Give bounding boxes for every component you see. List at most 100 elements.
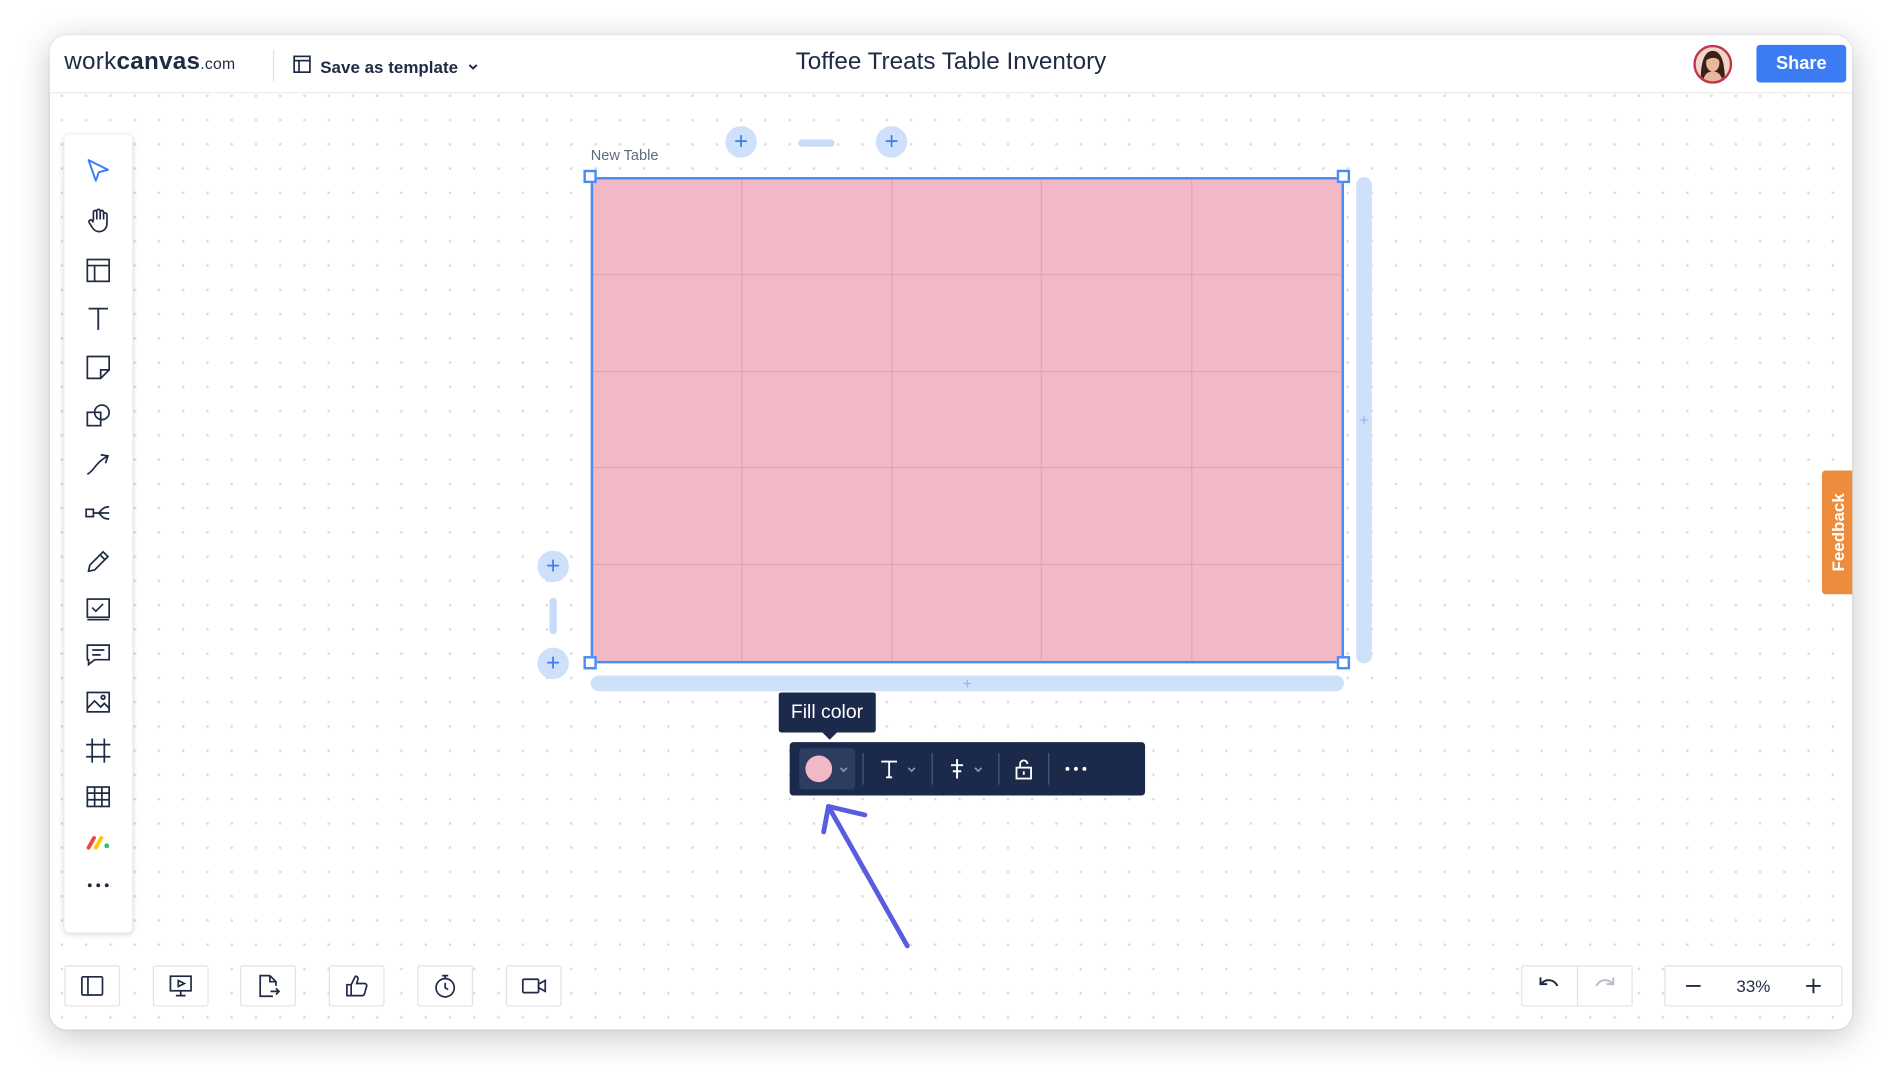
add-column-right-button[interactable]: + <box>875 126 908 158</box>
video-button[interactable] <box>505 965 562 1007</box>
export-icon <box>259 974 281 998</box>
undo-icon <box>1539 977 1559 987</box>
user-photo-icon <box>1695 47 1730 82</box>
template-icon <box>86 258 111 283</box>
align-center-icon <box>950 759 964 779</box>
table-cell[interactable] <box>1191 179 1342 276</box>
table-cell[interactable] <box>892 372 1043 469</box>
minus-icon <box>1686 984 1701 987</box>
add-column-end-bar[interactable]: + <box>1356 177 1372 664</box>
table-cell[interactable] <box>742 372 893 469</box>
video-camera-icon <box>521 978 547 994</box>
text-style-icon <box>881 760 898 779</box>
text-style-menu[interactable] <box>871 748 924 789</box>
export-button[interactable] <box>240 965 296 1007</box>
context-toolbar <box>789 742 1146 796</box>
presentation-icon <box>169 975 192 997</box>
redo-button[interactable] <box>1576 966 1631 1006</box>
integration-tool[interactable] <box>81 825 115 859</box>
image-tool[interactable] <box>81 685 115 719</box>
plus-icon <box>1806 978 1821 994</box>
resize-handle-bottom-left[interactable] <box>583 656 597 670</box>
table-cell[interactable] <box>1042 275 1192 373</box>
column-drag-handle[interactable] <box>798 139 835 147</box>
select-arrow-icon <box>87 159 109 182</box>
table-cell[interactable] <box>1191 468 1342 565</box>
table-cell[interactable] <box>593 275 743 373</box>
add-row-end-bar[interactable]: + <box>590 674 1345 692</box>
more-tools[interactable] <box>81 868 115 902</box>
resize-handle-top-right[interactable] <box>1336 169 1351 184</box>
avatar[interactable] <box>1693 44 1733 84</box>
hand-tool[interactable] <box>81 204 115 238</box>
table-cell[interactable] <box>593 179 743 276</box>
more-icon <box>87 883 109 888</box>
mind-map-icon <box>85 506 110 520</box>
connector-icon <box>86 453 110 475</box>
table-cell[interactable] <box>593 564 743 661</box>
sticky-note-tool[interactable] <box>81 350 115 384</box>
select-tool[interactable] <box>81 154 115 188</box>
timer-button[interactable] <box>417 965 474 1007</box>
table-cell[interactable] <box>1191 276 1342 373</box>
resize-handle-bottom-right[interactable] <box>1336 656 1351 670</box>
table-cell[interactable] <box>1191 372 1342 469</box>
mind-map-tool[interactable] <box>81 496 115 530</box>
table-cell[interactable] <box>743 564 893 661</box>
table-cell[interactable] <box>1042 179 1192 276</box>
zoom-in-button[interactable] <box>1786 967 1842 1006</box>
resize-handle-top-left[interactable] <box>583 169 597 184</box>
toolbar-divider <box>931 753 933 785</box>
reactions-button[interactable] <box>328 965 385 1007</box>
table-cell[interactable] <box>1042 564 1192 661</box>
shapes-tool[interactable] <box>81 399 115 433</box>
share-button[interactable]: Share <box>1756 44 1847 83</box>
chevron-down-icon <box>974 766 983 772</box>
feedback-tab[interactable]: Feedback <box>1821 470 1853 595</box>
unlock-icon <box>1015 759 1032 780</box>
table-cell[interactable] <box>593 372 743 469</box>
table-cell[interactable] <box>893 564 1043 661</box>
more-icon <box>1065 766 1087 771</box>
sticky-note-icon <box>86 355 111 380</box>
undo-button[interactable] <box>1522 967 1576 1006</box>
table-cell[interactable] <box>892 468 1043 565</box>
table-cell[interactable] <box>593 468 743 565</box>
alignment-menu[interactable] <box>940 748 991 789</box>
frame-tool[interactable] <box>81 734 115 768</box>
lock-toggle[interactable] <box>1007 748 1041 789</box>
table-cell[interactable] <box>1042 372 1192 469</box>
table-cell[interactable] <box>742 275 893 373</box>
table-tool[interactable] <box>81 780 115 814</box>
text-tool[interactable] <box>81 302 115 336</box>
table-cell[interactable] <box>1042 468 1192 565</box>
add-row-below-button[interactable]: + <box>537 647 569 680</box>
pen-tool[interactable] <box>81 545 115 579</box>
presentation-button[interactable] <box>152 965 209 1007</box>
table[interactable] <box>590 177 1345 664</box>
chevron-down-icon <box>907 766 916 772</box>
add-column-left-button[interactable]: + <box>725 126 757 158</box>
row-drag-handle[interactable] <box>549 597 557 635</box>
checklist-tool[interactable] <box>81 592 115 626</box>
template-tool[interactable] <box>81 253 115 287</box>
comment-tool[interactable] <box>81 638 115 672</box>
panel-toggle-button[interactable] <box>64 965 121 1007</box>
document-title[interactable]: Toffee Treats Table Inventory <box>50 49 1853 77</box>
table-cell[interactable] <box>742 179 893 276</box>
fill-color-picker[interactable] <box>799 748 856 790</box>
table-cell[interactable] <box>742 468 893 565</box>
connector-tool[interactable] <box>81 447 115 481</box>
toolbar-divider <box>998 753 1000 785</box>
zoom-level: 33% <box>1736 976 1771 996</box>
add-row-above-button[interactable]: + <box>537 550 569 583</box>
hand-icon <box>88 208 108 233</box>
comment-icon <box>86 644 111 667</box>
more-options-button[interactable] <box>1057 748 1096 789</box>
toolbar-divider <box>1048 753 1050 785</box>
table-name-label[interactable]: New Table <box>591 147 659 164</box>
table-cell[interactable] <box>892 275 1043 373</box>
table-cell[interactable] <box>892 179 1043 276</box>
zoom-out-button[interactable] <box>1665 967 1721 1006</box>
table-cell[interactable] <box>1192 565 1342 661</box>
